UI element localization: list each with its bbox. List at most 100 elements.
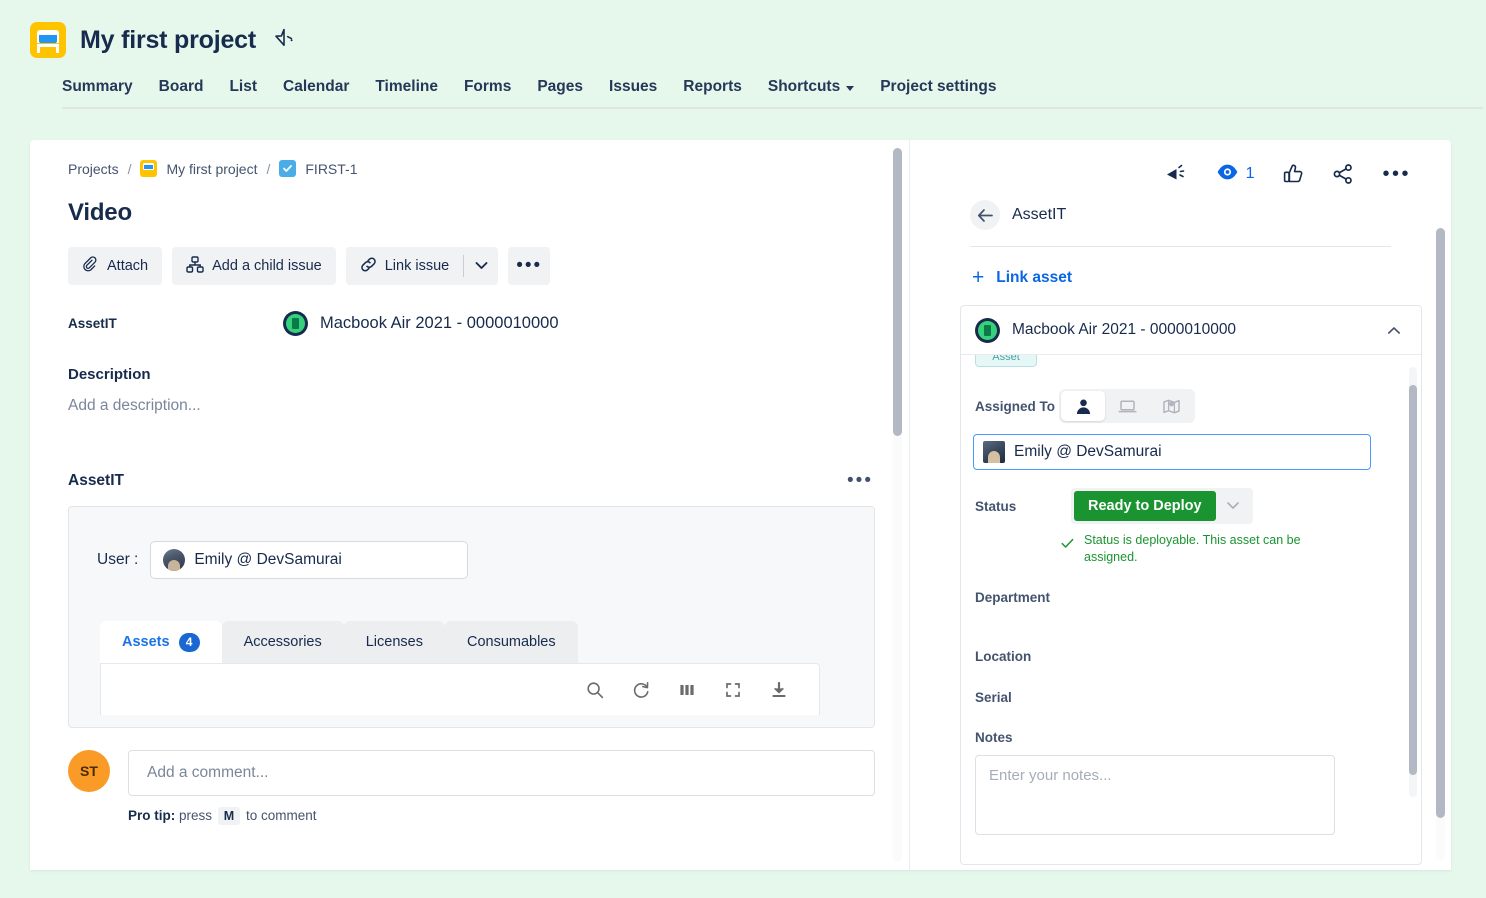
attach-button[interactable]: Attach (68, 247, 163, 285)
issue-title: Video (68, 199, 132, 226)
comment-input[interactable]: Add a comment... (128, 750, 875, 797)
status-label: Status (975, 498, 1017, 514)
status-hint-text: Status is deployable. This asset can be … (1084, 533, 1301, 564)
scrollbar-thumb[interactable] (1436, 228, 1445, 818)
more-options-button[interactable]: ••• (508, 247, 551, 285)
tab-accessories[interactable]: Accessories (221, 621, 344, 664)
scrollbar-thumb[interactable] (893, 148, 902, 436)
pro-tip-post: to comment (245, 808, 317, 824)
project-nav-tabs: Summary Board List Calendar Timeline For… (62, 78, 1483, 109)
tab-summary[interactable]: Summary (62, 78, 133, 96)
status-dropdown-toggle[interactable] (1216, 491, 1250, 521)
breadcrumb: Projects / My first project / FIRST-1 (68, 160, 875, 177)
glance-title: AssetIT (1012, 206, 1067, 223)
person-icon[interactable] (1061, 391, 1106, 421)
location-label: Location (975, 648, 1032, 664)
glance-pane-scrollbar[interactable] (1436, 228, 1445, 860)
star-outline-icon[interactable] (274, 27, 294, 53)
tab-calendar[interactable]: Calendar (283, 78, 349, 96)
megaphone-icon[interactable] (1164, 163, 1188, 185)
chevron-up-icon[interactable] (1381, 320, 1407, 341)
description-placeholder[interactable]: Add a description... (68, 397, 875, 415)
attach-label: Attach (107, 258, 149, 274)
add-child-issue-label: Add a child issue (212, 258, 322, 274)
asset-card-body: Asset Assigned To Emily @ DevSamurai Sta… (961, 355, 1421, 864)
columns-icon[interactable] (677, 680, 697, 700)
tab-label: List (229, 78, 258, 95)
assetit-section-header: AssetIT ••• (68, 471, 875, 490)
breadcrumb-projects[interactable]: Projects (68, 161, 119, 177)
status-select: Ready to Deploy (1071, 488, 1253, 524)
location-field: Location (975, 649, 1421, 664)
avatar[interactable]: ST (68, 750, 110, 793)
project-title-row: My first project (30, 22, 1486, 58)
tab-board[interactable]: Board (159, 78, 204, 96)
download-icon[interactable] (769, 680, 789, 700)
tab-label: Forms (463, 78, 512, 95)
chevron-down-icon (1226, 497, 1240, 515)
asset-card-scrollbar[interactable] (1409, 367, 1417, 797)
add-child-issue-button[interactable]: Add a child issue (172, 247, 336, 285)
link-issue-dropdown-toggle[interactable] (464, 247, 498, 285)
tab-assets[interactable]: Assets 4 (100, 621, 222, 664)
assetit-section-more-icon[interactable]: ••• (845, 471, 875, 490)
issue-pane-scrollbar[interactable] (893, 148, 902, 862)
asset-card: Macbook Air 2021 - 0000010000 Asset Assi… (960, 305, 1422, 865)
assetit-glance-pane: 1 ••• AssetIT + Link asset Macbook Air 2… (910, 140, 1451, 870)
tab-consumables[interactable]: Consumables (444, 621, 578, 664)
link-issue-split-button: Link issue (345, 247, 499, 285)
thumbs-up-icon[interactable] (1282, 163, 1304, 185)
link-issue-button[interactable]: Link issue (345, 247, 464, 285)
project-avatar-icon (30, 22, 66, 58)
tab-label: Timeline (375, 78, 438, 95)
tab-shortcuts[interactable]: Shortcuts (768, 78, 855, 96)
tab-pages[interactable]: Pages (537, 78, 583, 96)
location-map-icon[interactable] (1149, 391, 1193, 421)
breadcrumb-issue-key[interactable]: FIRST-1 (305, 161, 357, 177)
asset-card-header[interactable]: Macbook Air 2021 - 0000010000 (961, 306, 1421, 355)
fullscreen-icon[interactable] (723, 680, 743, 700)
department-label: Department (975, 589, 1051, 605)
avatar (163, 549, 186, 572)
tab-licenses[interactable]: Licenses (343, 621, 445, 664)
tab-reports[interactable]: Reports (683, 78, 742, 96)
search-icon[interactable] (585, 680, 605, 700)
tab-forms[interactable]: Forms (464, 78, 511, 96)
tab-label: Project settings (880, 78, 997, 95)
status-badge[interactable]: Ready to Deploy (1074, 491, 1216, 521)
breadcrumb-project[interactable]: My first project (166, 161, 257, 177)
assigned-to-input[interactable]: Emily @ DevSamurai (973, 434, 1371, 470)
scrollbar-thumb[interactable] (1409, 385, 1417, 775)
chevron-down-icon (475, 257, 488, 275)
department-field: Department (975, 590, 1421, 605)
notes-textarea[interactable]: Enter your notes... (975, 754, 1335, 835)
tab-assets-label: Assets (122, 634, 170, 651)
tab-issues[interactable]: Issues (609, 78, 657, 96)
link-asset-button[interactable]: + Link asset (972, 267, 1451, 288)
laptop-icon[interactable] (1105, 391, 1149, 421)
watch-button[interactable]: 1 (1216, 163, 1255, 186)
tab-project-settings[interactable]: Project settings (880, 78, 996, 96)
asset-card-title: Macbook Air 2021 - 0000010000 (1012, 321, 1237, 338)
more-options-icon[interactable]: ••• (1382, 164, 1411, 184)
tab-timeline[interactable]: Timeline (375, 78, 438, 96)
link-icon (360, 256, 377, 277)
pro-tip-bold: Pro tip: (128, 808, 176, 824)
share-icon[interactable] (1332, 163, 1354, 185)
assetit-tab-strip: Assets 4 Accessories Licenses Consumable… (100, 621, 874, 664)
assetit-user-row: User : Emily @ DevSamurai (69, 507, 874, 580)
tab-list[interactable]: List (229, 78, 257, 96)
tab-accessories-label: Accessories (243, 634, 322, 651)
notes-label: Notes (975, 729, 1013, 745)
assetit-field-value[interactable]: Macbook Air 2021 - 0000010000 (283, 311, 559, 336)
assetit-user-input[interactable]: Emily @ DevSamurai (150, 541, 469, 580)
watch-count: 1 (1245, 165, 1255, 182)
status-hint: Status is deployable. This asset can be … (1061, 532, 1351, 566)
eye-icon (1216, 163, 1239, 186)
issue-glance-toolbar: 1 ••• (910, 140, 1451, 192)
refresh-icon[interactable] (631, 680, 651, 700)
pro-tip: Pro tip: press M to comment (128, 807, 875, 826)
arrow-left-icon[interactable] (970, 200, 1000, 230)
divider (970, 246, 1391, 247)
assigned-to-label: Assigned To (975, 398, 1056, 414)
